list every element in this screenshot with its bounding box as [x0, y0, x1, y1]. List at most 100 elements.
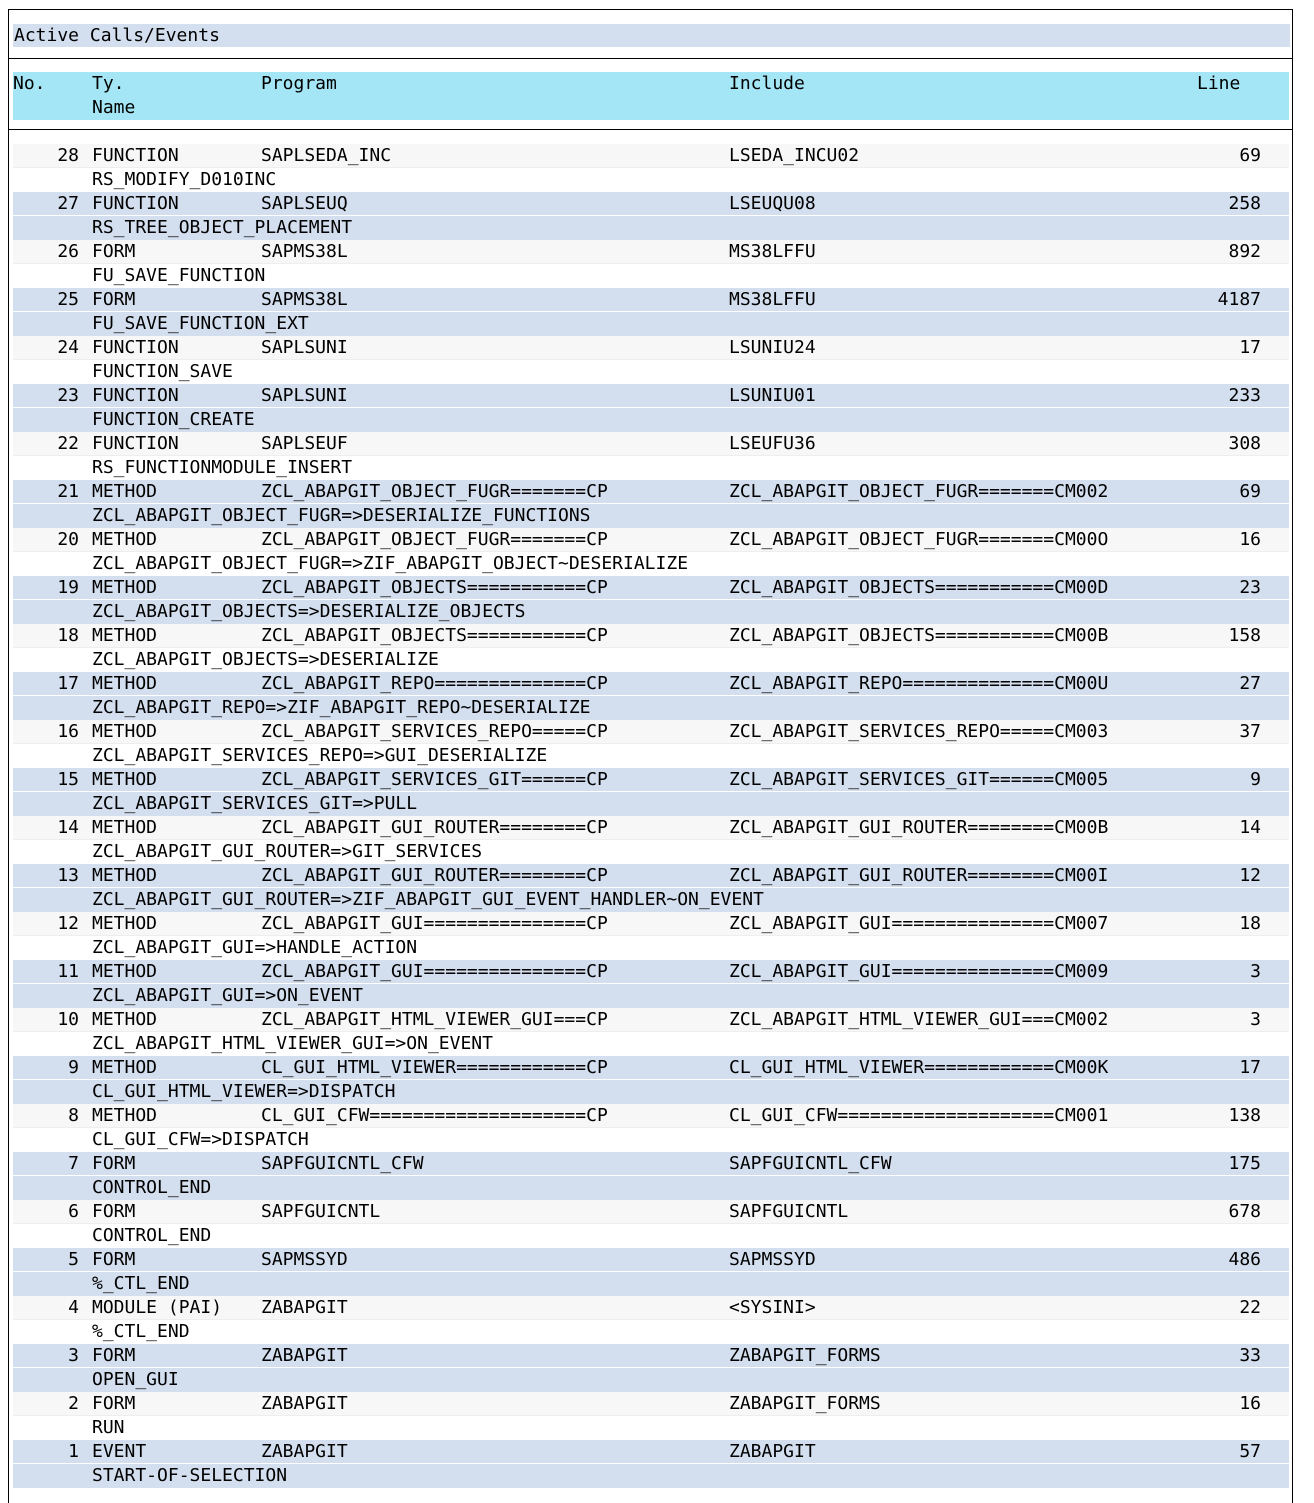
- cell-type: FORM: [92, 289, 136, 310]
- cell-name: ZCL_ABAPGIT_GUI_ROUTER=>GIT_SERVICES: [92, 841, 483, 862]
- table-row[interactable]: 3 FORM ZABAPGIT ZABAPGIT_FORMS 33 OPEN_GUI: [13, 1344, 1289, 1392]
- cell-include: SAPFGUICNTL: [729, 1201, 849, 1222]
- cell-line: 16: [1239, 1393, 1261, 1414]
- cell-program: ZCL_ABAPGIT_SERVICES_REPO=====CP: [261, 721, 608, 742]
- cell-name: RS_MODIFY_D010INC: [92, 169, 277, 190]
- cell-type: FUNCTION: [92, 433, 179, 454]
- table-row[interactable]: 10 METHOD ZCL_ABAPGIT_HTML_VIEWER_GUI===CP…: [13, 1008, 1289, 1056]
- divider: [8, 58, 1293, 59]
- cell-include: CL_GUI_CFW====================CM001: [729, 1105, 1109, 1126]
- cell-line: 175: [1228, 1153, 1261, 1174]
- table-row[interactable]: 8 METHOD CL_GUI_CFW====================CP C…: [13, 1104, 1289, 1152]
- cell-include: ZCL_ABAPGIT_HTML_VIEWER_GUI===CM002: [729, 1009, 1109, 1030]
- cell-no: 23: [57, 385, 79, 406]
- cell-name: FUNCTION_SAVE: [92, 361, 233, 382]
- table-row[interactable]: 1 EVENT ZABAPGIT ZABAPGIT 57 START-OF-SELECTI…: [13, 1440, 1289, 1488]
- cell-no: 27: [57, 193, 79, 214]
- row-separator: [13, 1367, 1289, 1368]
- table-row[interactable]: 9 METHOD CL_GUI_HTML_VIEWER============CP C…: [13, 1056, 1289, 1104]
- cell-name: ZCL_ABAPGIT_OBJECT_FUGR=>DESERIALIZE_FUN…: [92, 505, 591, 526]
- column-header-program: Program: [261, 73, 337, 94]
- cell-name: ZCL_ABAPGIT_SERVICES_GIT=>PULL: [92, 793, 418, 814]
- table-row[interactable]: 18 METHOD ZCL_ABAPGIT_OBJECTS===========CP…: [13, 624, 1289, 672]
- cell-no: 19: [57, 577, 79, 598]
- cell-program: SAPFGUICNTL_CFW: [261, 1153, 424, 1174]
- cell-name: OPEN_GUI: [92, 1369, 179, 1390]
- cell-no: 17: [57, 673, 79, 694]
- cell-include: ZCL_ABAPGIT_GUI===============CM009: [729, 961, 1109, 982]
- cell-program: ZCL_ABAPGIT_GUI===============CP: [261, 913, 608, 934]
- cell-name: %_CTL_END: [92, 1321, 190, 1342]
- cell-no: 9: [68, 1057, 79, 1078]
- cell-type: METHOD: [92, 769, 158, 790]
- cell-line: 14: [1239, 817, 1261, 838]
- cell-line: 33: [1239, 1345, 1261, 1366]
- cell-include: LSEDA_INCU02: [729, 145, 860, 166]
- column-header-include: Include: [729, 73, 805, 94]
- table-row[interactable]: 27 FUNCTION SAPLSEUQ LSEUQU08 258 RS_TREE_OBJ…: [13, 192, 1289, 240]
- table-row[interactable]: 17 METHOD ZCL_ABAPGIT_REPO==============CP…: [13, 672, 1289, 720]
- cell-type: EVENT: [92, 1441, 147, 1462]
- cell-type: METHOD: [92, 529, 158, 550]
- table-row[interactable]: 14 METHOD ZCL_ABAPGIT_GUI_ROUTER========CP…: [13, 816, 1289, 864]
- table-row[interactable]: 4 MODULE (PAI) ZABAPGIT <SYSINI> 22 %_CTL_END: [13, 1296, 1289, 1344]
- cell-program: SAPFGUICNTL: [261, 1201, 381, 1222]
- cell-line: 3: [1250, 1009, 1261, 1030]
- cell-program: CL_GUI_HTML_VIEWER============CP: [261, 1057, 608, 1078]
- cell-include: ZCL_ABAPGIT_OBJECT_FUGR=======CM00O: [729, 529, 1109, 550]
- table-row[interactable]: 15 METHOD ZCL_ABAPGIT_SERVICES_GIT======CP…: [13, 768, 1289, 816]
- table-row[interactable]: 19 METHOD ZCL_ABAPGIT_OBJECTS===========CP…: [13, 576, 1289, 624]
- cell-line: 57: [1239, 1441, 1261, 1462]
- cell-type: FORM: [92, 1345, 136, 1366]
- cell-program: ZCL_ABAPGIT_GUI===============CP: [261, 961, 608, 982]
- cell-line: 258: [1228, 193, 1261, 214]
- cell-no: 8: [68, 1105, 79, 1126]
- table-row[interactable]: 25 FORM SAPMS38L MS38LFFU 4187 FU_SAVE_FUNCTI…: [13, 288, 1289, 336]
- section-title: Active Calls/Events: [13, 24, 1290, 47]
- cell-line: 3: [1250, 961, 1261, 982]
- cell-type: METHOD: [92, 673, 158, 694]
- table-row[interactable]: 7 FORM SAPFGUICNTL_CFW SAPFGUICNTL_CFW 175 CO…: [13, 1152, 1289, 1200]
- table-row[interactable]: 6 FORM SAPFGUICNTL SAPFGUICNTL 678 CONTROL_EN…: [13, 1200, 1289, 1248]
- table-row[interactable]: 20 METHOD ZCL_ABAPGIT_OBJECT_FUGR=======CP…: [13, 528, 1289, 576]
- cell-include: ZABAPGIT_FORMS: [729, 1393, 881, 1414]
- cell-name: CL_GUI_HTML_VIEWER=>DISPATCH: [92, 1081, 396, 1102]
- table-row[interactable]: 16 METHOD ZCL_ABAPGIT_SERVICES_REPO=====CP…: [13, 720, 1289, 768]
- table-row[interactable]: 24 FUNCTION SAPLSUNI LSUNIU24 17 FUNCTION_SAV…: [13, 336, 1289, 384]
- cell-program: ZCL_ABAPGIT_HTML_VIEWER_GUI===CP: [261, 1009, 608, 1030]
- row-name-band: [13, 1416, 1289, 1440]
- table-row[interactable]: 5 FORM SAPMSSYD SAPMSSYD 486 %_CTL_END: [13, 1248, 1289, 1296]
- table-row[interactable]: 2 FORM ZABAPGIT ZABAPGIT_FORMS 16 RUN: [13, 1392, 1289, 1440]
- cell-no: 15: [57, 769, 79, 790]
- table-row[interactable]: 22 FUNCTION SAPLSEUF LSEUFU36 308 RS_FUNCTION…: [13, 432, 1289, 480]
- cell-line: 308: [1228, 433, 1261, 454]
- table-row[interactable]: 26 FORM SAPMS38L MS38LFFU 892 FU_SAVE_FUNCTIO…: [13, 240, 1289, 288]
- cell-no: 3: [68, 1345, 79, 1366]
- cell-program: ZCL_ABAPGIT_OBJECTS===========CP: [261, 577, 608, 598]
- cell-program: SAPLSUNI: [261, 385, 348, 406]
- cell-include: LSUNIU01: [729, 385, 816, 406]
- row-name-band: [13, 1272, 1289, 1296]
- cell-name: RS_TREE_OBJECT_PLACEMENT: [92, 217, 353, 238]
- cell-no: 11: [57, 961, 79, 982]
- table-row[interactable]: 28 FUNCTION SAPLSEDA_INC LSEDA_INCU02 69 RS_M…: [13, 144, 1289, 192]
- table-row[interactable]: 13 METHOD ZCL_ABAPGIT_GUI_ROUTER========CP…: [13, 864, 1289, 912]
- table-row[interactable]: 11 METHOD ZCL_ABAPGIT_GUI===============CP…: [13, 960, 1289, 1008]
- cell-include: SAPMSSYD: [729, 1249, 816, 1270]
- divider: [8, 129, 1293, 130]
- cell-line: 17: [1239, 337, 1261, 358]
- cell-no: 14: [57, 817, 79, 838]
- table-row[interactable]: 12 METHOD ZCL_ABAPGIT_GUI===============CP…: [13, 912, 1289, 960]
- cell-line: 22: [1239, 1297, 1261, 1318]
- cell-line: 486: [1228, 1249, 1261, 1270]
- cell-program: ZCL_ABAPGIT_SERVICES_GIT======CP: [261, 769, 608, 790]
- cell-name: FUNCTION_CREATE: [92, 409, 255, 430]
- cell-program: ZABAPGIT: [261, 1441, 348, 1462]
- cell-no: 1: [68, 1441, 79, 1462]
- table-row[interactable]: 23 FUNCTION SAPLSUNI LSUNIU01 233 FUNCTION_CR…: [13, 384, 1289, 432]
- cell-program: ZABAPGIT: [261, 1393, 348, 1414]
- cell-line: 158: [1228, 625, 1261, 646]
- cell-line: 23: [1239, 577, 1261, 598]
- table-row[interactable]: 21 METHOD ZCL_ABAPGIT_OBJECT_FUGR=======CP…: [13, 480, 1289, 528]
- cell-type: METHOD: [92, 721, 158, 742]
